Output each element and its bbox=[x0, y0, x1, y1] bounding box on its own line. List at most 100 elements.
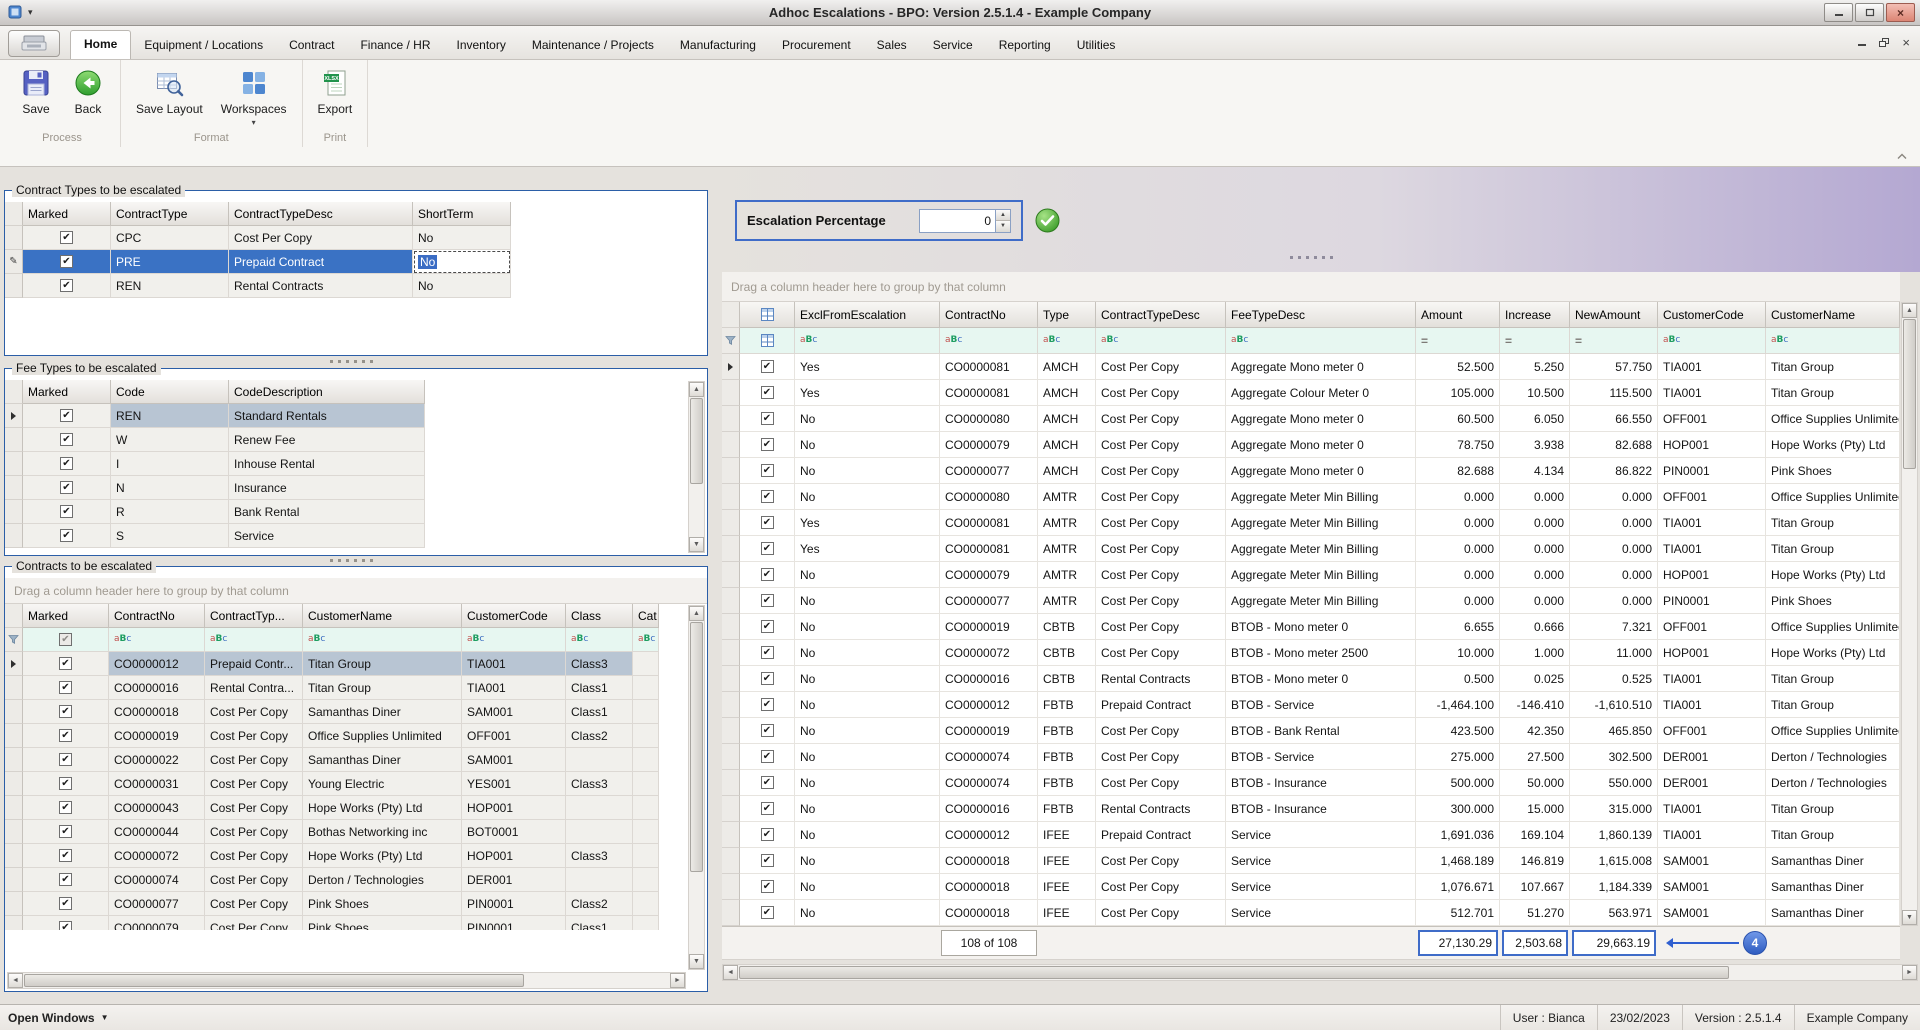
escalation-row[interactable]: NoCO0000018IFEECost Per CopyService1,076… bbox=[722, 874, 1900, 900]
cell[interactable] bbox=[23, 676, 109, 700]
cell[interactable]: Aggregate Mono meter 0 bbox=[1226, 406, 1416, 432]
row-checkbox[interactable] bbox=[59, 729, 72, 742]
row-checkbox[interactable] bbox=[760, 594, 774, 607]
cell[interactable]: No bbox=[795, 744, 940, 770]
cell[interactable]: OFF001 bbox=[1658, 406, 1766, 432]
cell[interactable] bbox=[23, 524, 111, 548]
cell[interactable]: PIN0001 bbox=[462, 916, 566, 930]
contract-row[interactable]: CO0000079Cost Per CopyPink ShoesPIN0001C… bbox=[5, 916, 707, 930]
row-checkbox[interactable] bbox=[59, 681, 72, 694]
application-button[interactable] bbox=[8, 30, 60, 57]
cell[interactable] bbox=[740, 562, 795, 588]
cell[interactable]: PRE bbox=[111, 250, 229, 274]
workspaces-button[interactable]: Workspaces ▾ bbox=[212, 65, 296, 128]
cell[interactable] bbox=[740, 744, 795, 770]
cell[interactable]: 0.000 bbox=[1570, 484, 1658, 510]
cell[interactable]: No bbox=[795, 900, 940, 926]
cell[interactable]: 0.000 bbox=[1500, 484, 1570, 510]
contract-row[interactable]: CO0000043Cost Per CopyHope Works (Pty) L… bbox=[5, 796, 707, 820]
cell[interactable]: Service bbox=[1226, 822, 1416, 848]
cell[interactable]: Service bbox=[1226, 848, 1416, 874]
cell[interactable]: Titan Group bbox=[303, 652, 462, 676]
cell[interactable] bbox=[633, 676, 659, 700]
cell[interactable]: 66.550 bbox=[1570, 406, 1658, 432]
escalation-row[interactable]: YesCO0000081AMCHCost Per CopyAggregate M… bbox=[722, 354, 1900, 380]
cell[interactable]: No bbox=[795, 640, 940, 666]
cell[interactable]: OFF001 bbox=[1658, 484, 1766, 510]
cell[interactable]: Prepaid Contract bbox=[229, 250, 413, 274]
cell[interactable]: 4.134 bbox=[1500, 458, 1570, 484]
cell[interactable]: Prepaid Contr... bbox=[205, 652, 303, 676]
cell[interactable]: Aggregate Mono meter 0 bbox=[1226, 458, 1416, 484]
filter-cell[interactable]: aBc bbox=[1766, 328, 1900, 354]
escalation-row[interactable]: NoCO0000079AMCHCost Per CopyAggregate Mo… bbox=[722, 432, 1900, 458]
contract-row[interactable]: CO0000077Cost Per CopyPink ShoesPIN0001C… bbox=[5, 892, 707, 916]
cell[interactable] bbox=[23, 916, 109, 930]
cell[interactable] bbox=[740, 874, 795, 900]
cell[interactable]: No bbox=[795, 562, 940, 588]
cell[interactable]: Bothas Networking inc bbox=[303, 820, 462, 844]
save-layout-button[interactable]: Save Layout bbox=[127, 65, 212, 119]
cell[interactable] bbox=[23, 724, 109, 748]
cell[interactable]: No bbox=[795, 614, 940, 640]
cell[interactable]: AMTR bbox=[1038, 510, 1096, 536]
cell[interactable]: OFF001 bbox=[1658, 718, 1766, 744]
cell[interactable] bbox=[23, 404, 111, 428]
cell[interactable]: 275.000 bbox=[1416, 744, 1500, 770]
cell[interactable]: FBTB bbox=[1038, 718, 1096, 744]
cell[interactable]: 0.000 bbox=[1500, 536, 1570, 562]
cell[interactable]: Prepaid Contract bbox=[1096, 692, 1226, 718]
text-filter-icon[interactable]: aBc bbox=[308, 635, 325, 644]
cell[interactable]: IFEE bbox=[1038, 822, 1096, 848]
filter-cell[interactable]: aBc bbox=[940, 328, 1038, 354]
cell[interactable]: Samanthas Diner bbox=[303, 700, 462, 724]
cell[interactable] bbox=[633, 844, 659, 868]
text-filter-icon[interactable]: aBc bbox=[1231, 336, 1248, 345]
cell[interactable]: CO0000019 bbox=[940, 614, 1038, 640]
column-header-contracttypedesc[interactable]: ContractTypeDesc bbox=[1096, 302, 1226, 328]
tab-inventory[interactable]: Inventory bbox=[443, 31, 518, 59]
cell[interactable] bbox=[633, 652, 659, 676]
cell[interactable]: DER001 bbox=[462, 868, 566, 892]
text-filter-icon[interactable]: aBc bbox=[467, 635, 484, 644]
cell[interactable]: BTOB - Mono meter 0 bbox=[1226, 666, 1416, 692]
scrollbar-thumb[interactable] bbox=[690, 398, 703, 484]
cell[interactable]: No bbox=[795, 406, 940, 432]
cell[interactable]: CO0000081 bbox=[940, 354, 1038, 380]
cell[interactable]: AMCH bbox=[1038, 354, 1096, 380]
cell[interactable]: 0.000 bbox=[1500, 588, 1570, 614]
cell[interactable]: 1,468.189 bbox=[1416, 848, 1500, 874]
row-checkbox[interactable] bbox=[760, 490, 774, 503]
escalation-row[interactable]: NoCO0000016CBTBRental ContractsBTOB - Mo… bbox=[722, 666, 1900, 692]
cell[interactable]: Titan Group bbox=[1766, 536, 1900, 562]
cell[interactable]: Aggregate Mono meter 0 bbox=[1226, 354, 1416, 380]
cell[interactable]: Office Supplies Unlimited bbox=[303, 724, 462, 748]
close-button[interactable]: × bbox=[1886, 3, 1915, 22]
filter-cell[interactable]: aBc bbox=[109, 628, 205, 652]
cell[interactable]: 0.000 bbox=[1416, 588, 1500, 614]
cell[interactable]: 5.250 bbox=[1500, 354, 1570, 380]
cell[interactable]: 169.104 bbox=[1500, 822, 1570, 848]
cell[interactable] bbox=[23, 274, 111, 298]
cell[interactable]: BTOB - Service bbox=[1226, 744, 1416, 770]
cell[interactable]: -1,610.510 bbox=[1570, 692, 1658, 718]
cell[interactable]: W bbox=[111, 428, 229, 452]
row-checkbox[interactable] bbox=[760, 412, 774, 425]
filter-cell[interactable]: = bbox=[1500, 328, 1570, 354]
tab-contract[interactable]: Contract bbox=[276, 31, 347, 59]
cell[interactable]: CO0000019 bbox=[940, 718, 1038, 744]
escalation-row[interactable]: YesCO0000081AMTRCost Per CopyAggregate M… bbox=[722, 536, 1900, 562]
text-filter-icon[interactable]: aBc bbox=[571, 635, 588, 644]
column-header[interactable]: Cat bbox=[633, 604, 659, 628]
column-header[interactable]: CustomerName bbox=[303, 604, 462, 628]
contract-type-row[interactable]: RENRental ContractsNo bbox=[5, 274, 707, 298]
row-checkbox[interactable] bbox=[59, 849, 72, 862]
scrollbar-thumb[interactable] bbox=[24, 974, 524, 987]
column-header[interactable]: CodeDescription bbox=[229, 380, 425, 404]
cell[interactable]: Rental Contracts bbox=[229, 274, 413, 298]
cell[interactable] bbox=[23, 868, 109, 892]
cell[interactable]: CO0000018 bbox=[940, 874, 1038, 900]
cell[interactable]: 0.000 bbox=[1416, 484, 1500, 510]
cell[interactable] bbox=[23, 652, 109, 676]
escalation-row[interactable]: NoCO0000012FBTBPrepaid ContractBTOB - Se… bbox=[722, 692, 1900, 718]
